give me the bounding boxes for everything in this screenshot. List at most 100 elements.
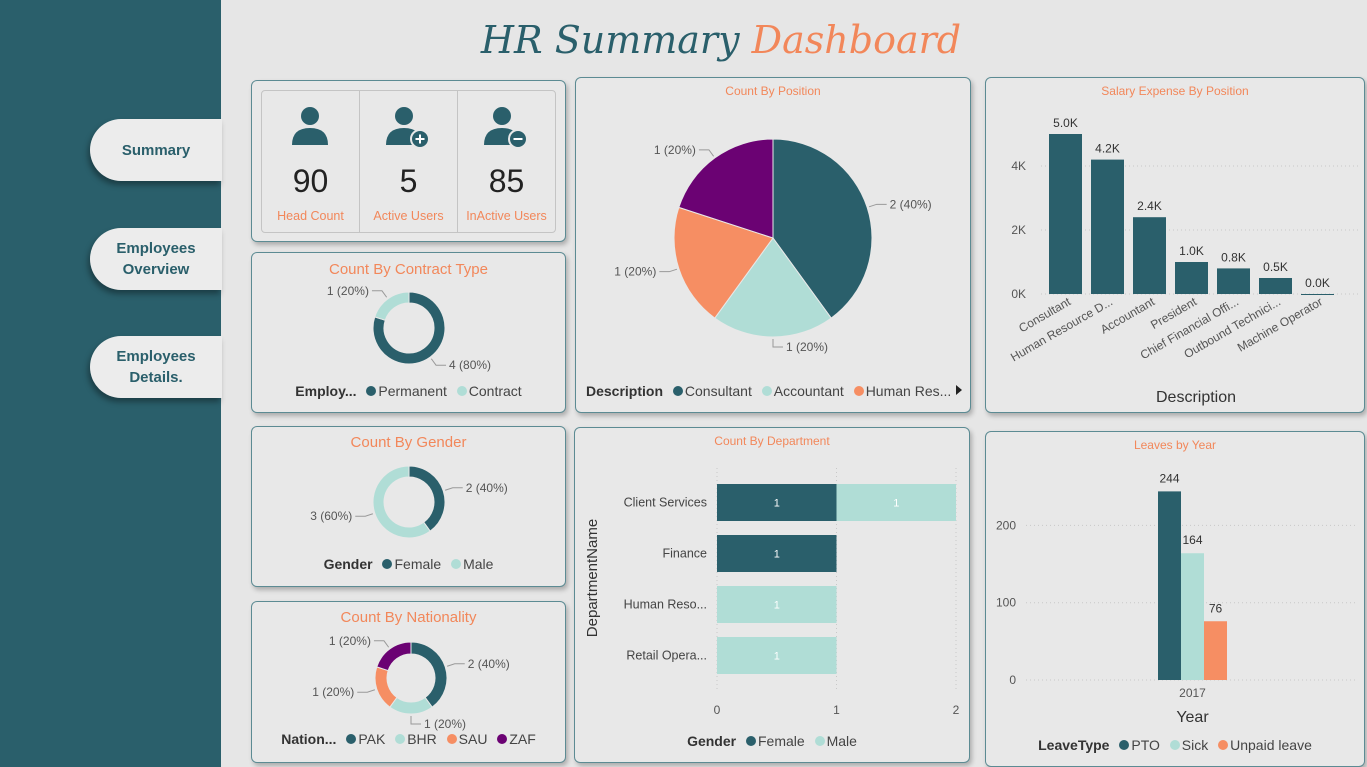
x-axis-title: Year <box>1176 709 1209 726</box>
title-part-2: Dashboard <box>751 18 962 62</box>
legend-item-permanent[interactable]: Permanent <box>378 383 446 399</box>
legend-item-consultant[interactable]: Consultant <box>685 383 752 399</box>
data-label: 1 (20%) <box>329 634 371 648</box>
legend-title: LeaveType <box>1038 737 1110 753</box>
data-label: 2 (40%) <box>468 657 510 671</box>
data-label: 3 (60%) <box>310 509 352 523</box>
bar-value-label: 5.0K <box>1053 116 1078 130</box>
bar-value-label: 164 <box>1182 533 1202 547</box>
legend-title: Employ... <box>295 383 357 399</box>
data-label: 1 (20%) <box>786 340 828 354</box>
nav-employees-overview-button[interactable]: Employees Overview <box>90 228 222 290</box>
department-bar-chart[interactable]: 0 1 2 Client Services 1 1 Finance 1 Human Reso..… <box>575 428 971 764</box>
leader-line <box>371 290 388 298</box>
page-title: HR Summary Dashboard <box>221 18 1221 62</box>
legend-item-bhr[interactable]: BHR <box>407 731 437 747</box>
bar-value-label: 76 <box>1209 601 1223 615</box>
y-tick-label: Finance <box>663 547 708 561</box>
salary-bar <box>1049 134 1082 294</box>
bar-value-label: 1.0K <box>1179 244 1204 258</box>
legend-item-male[interactable]: Male <box>827 733 857 749</box>
contract-type-card: Count By Contract Type 4 (80%) 1 (20%) Em… <box>251 252 566 413</box>
user-icon <box>292 107 328 145</box>
department-legend: Gender Female Male <box>575 733 969 749</box>
legend-item-pak[interactable]: PAK <box>358 731 385 747</box>
y-tick-label: 0 <box>1009 673 1016 687</box>
salary-bar <box>1091 159 1124 294</box>
kpi-head-count-value: 90 <box>292 163 329 199</box>
bar-value-label: 4.2K <box>1095 142 1120 156</box>
data-label: 2 (40%) <box>890 197 932 211</box>
kpi-head-count: 90 Head Count <box>262 91 359 233</box>
bar-value-label: 1 <box>774 549 780 561</box>
salary-bar <box>1217 268 1250 294</box>
leader-line <box>868 203 887 208</box>
legend-title: Description <box>586 383 664 399</box>
leader-line <box>772 339 783 348</box>
kpi-active-users-label: Active Users <box>373 209 444 223</box>
salary-bar <box>1133 217 1166 294</box>
bar-value-label: 0.8K <box>1221 250 1246 264</box>
nav-details-label: Employees Details. <box>116 348 196 386</box>
legend-item-male[interactable]: Male <box>463 556 493 572</box>
bar-value-label: 1 <box>893 498 899 510</box>
x-tick-label: 2 <box>953 703 960 717</box>
legend-item-unpaid-leave[interactable]: Unpaid leave <box>1230 737 1312 753</box>
legend-item-female[interactable]: Female <box>758 733 805 749</box>
gender-legend: Gender Female Male <box>252 556 565 572</box>
leader-line <box>410 716 421 725</box>
leader-line <box>698 149 715 157</box>
leaves-legend: LeaveType PTO Sick Unpaid leave <box>986 737 1364 753</box>
salary-bar-chart[interactable]: 0K2K4K5.0KConsultant4.2KHuman Resource D… <box>986 78 1366 414</box>
leader-line <box>355 513 374 517</box>
x-axis-title: Description <box>1156 389 1236 406</box>
legend-item-female[interactable]: Female <box>394 556 441 572</box>
legend-next-arrow-icon[interactable] <box>956 385 962 395</box>
bar-value-label: 0.0K <box>1305 276 1330 290</box>
salary-bar <box>1259 278 1292 294</box>
legend-item-contract[interactable]: Contract <box>469 383 522 399</box>
nav-summary-button[interactable]: Summary <box>90 119 222 181</box>
data-label: 4 (80%) <box>449 358 491 372</box>
position-pie-chart[interactable]: 2 (40%) 1 (20%) 1 (20%) 1 (20%) <box>576 78 972 414</box>
data-label: 1 (20%) <box>327 284 369 298</box>
kpi-active-users: 5 Active Users <box>360 91 457 233</box>
nationality-card: Count By Nationality 2 (40%) 1 (20%) 1 (20… <box>251 601 566 763</box>
bar-value-label: 1 <box>774 600 780 612</box>
title-part-1: HR Summary <box>480 18 740 62</box>
x-tick-label: 1 <box>833 703 840 717</box>
legend-title: Gender <box>687 733 737 749</box>
legend-item-human-resources[interactable]: Human Res... <box>866 383 952 399</box>
leader-line <box>446 663 465 667</box>
position-legend: Description Consultant Accountant Human … <box>586 383 970 399</box>
y-tick-label: 4K <box>1011 159 1026 173</box>
nationality-legend: Nation... PAK BHR SAU ZAF <box>252 731 565 747</box>
legend-item-zaf[interactable]: ZAF <box>509 731 535 747</box>
leader-line <box>430 358 447 366</box>
x-tick-label: 2017 <box>1179 686 1206 700</box>
y-tick-label: Retail Opera... <box>626 649 707 663</box>
kpi-active-users-value: 5 <box>399 163 418 199</box>
leader-line <box>373 640 390 648</box>
leaves-card: Leaves by Year 0 100 200 244 164 76 2017 Year L… <box>985 431 1365 767</box>
pie-slice <box>410 641 448 708</box>
leave-bar <box>1181 553 1204 680</box>
leaves-bar-chart[interactable]: 0 100 200 244 164 76 2017 Year <box>986 432 1366 767</box>
kpi-inactive-users: 85 InActive Users <box>458 91 555 233</box>
kpi-head-count-label: Head Count <box>277 209 344 223</box>
bar-value-label: 0.5K <box>1263 260 1288 274</box>
nav-overview-label-1: Employees <box>116 240 196 257</box>
nav-employees-details-button[interactable]: Employees Details. <box>90 336 222 398</box>
position-card: Count By Position 2 (40%) 1 (20%) 1 (20%) 1… <box>575 77 971 413</box>
legend-item-sau[interactable]: SAU <box>459 731 488 747</box>
pie-slice <box>389 696 433 715</box>
legend-item-pto[interactable]: PTO <box>1131 737 1160 753</box>
y-tick-label: 0K <box>1011 287 1026 301</box>
legend-item-sick[interactable]: Sick <box>1182 737 1208 753</box>
user-remove-icon <box>484 107 528 149</box>
leader-line <box>659 268 678 273</box>
x-tick-label: 0 <box>714 703 721 717</box>
user-add-icon <box>386 107 430 149</box>
legend-item-accountant[interactable]: Accountant <box>774 383 844 399</box>
data-label: 2 (40%) <box>466 481 508 495</box>
